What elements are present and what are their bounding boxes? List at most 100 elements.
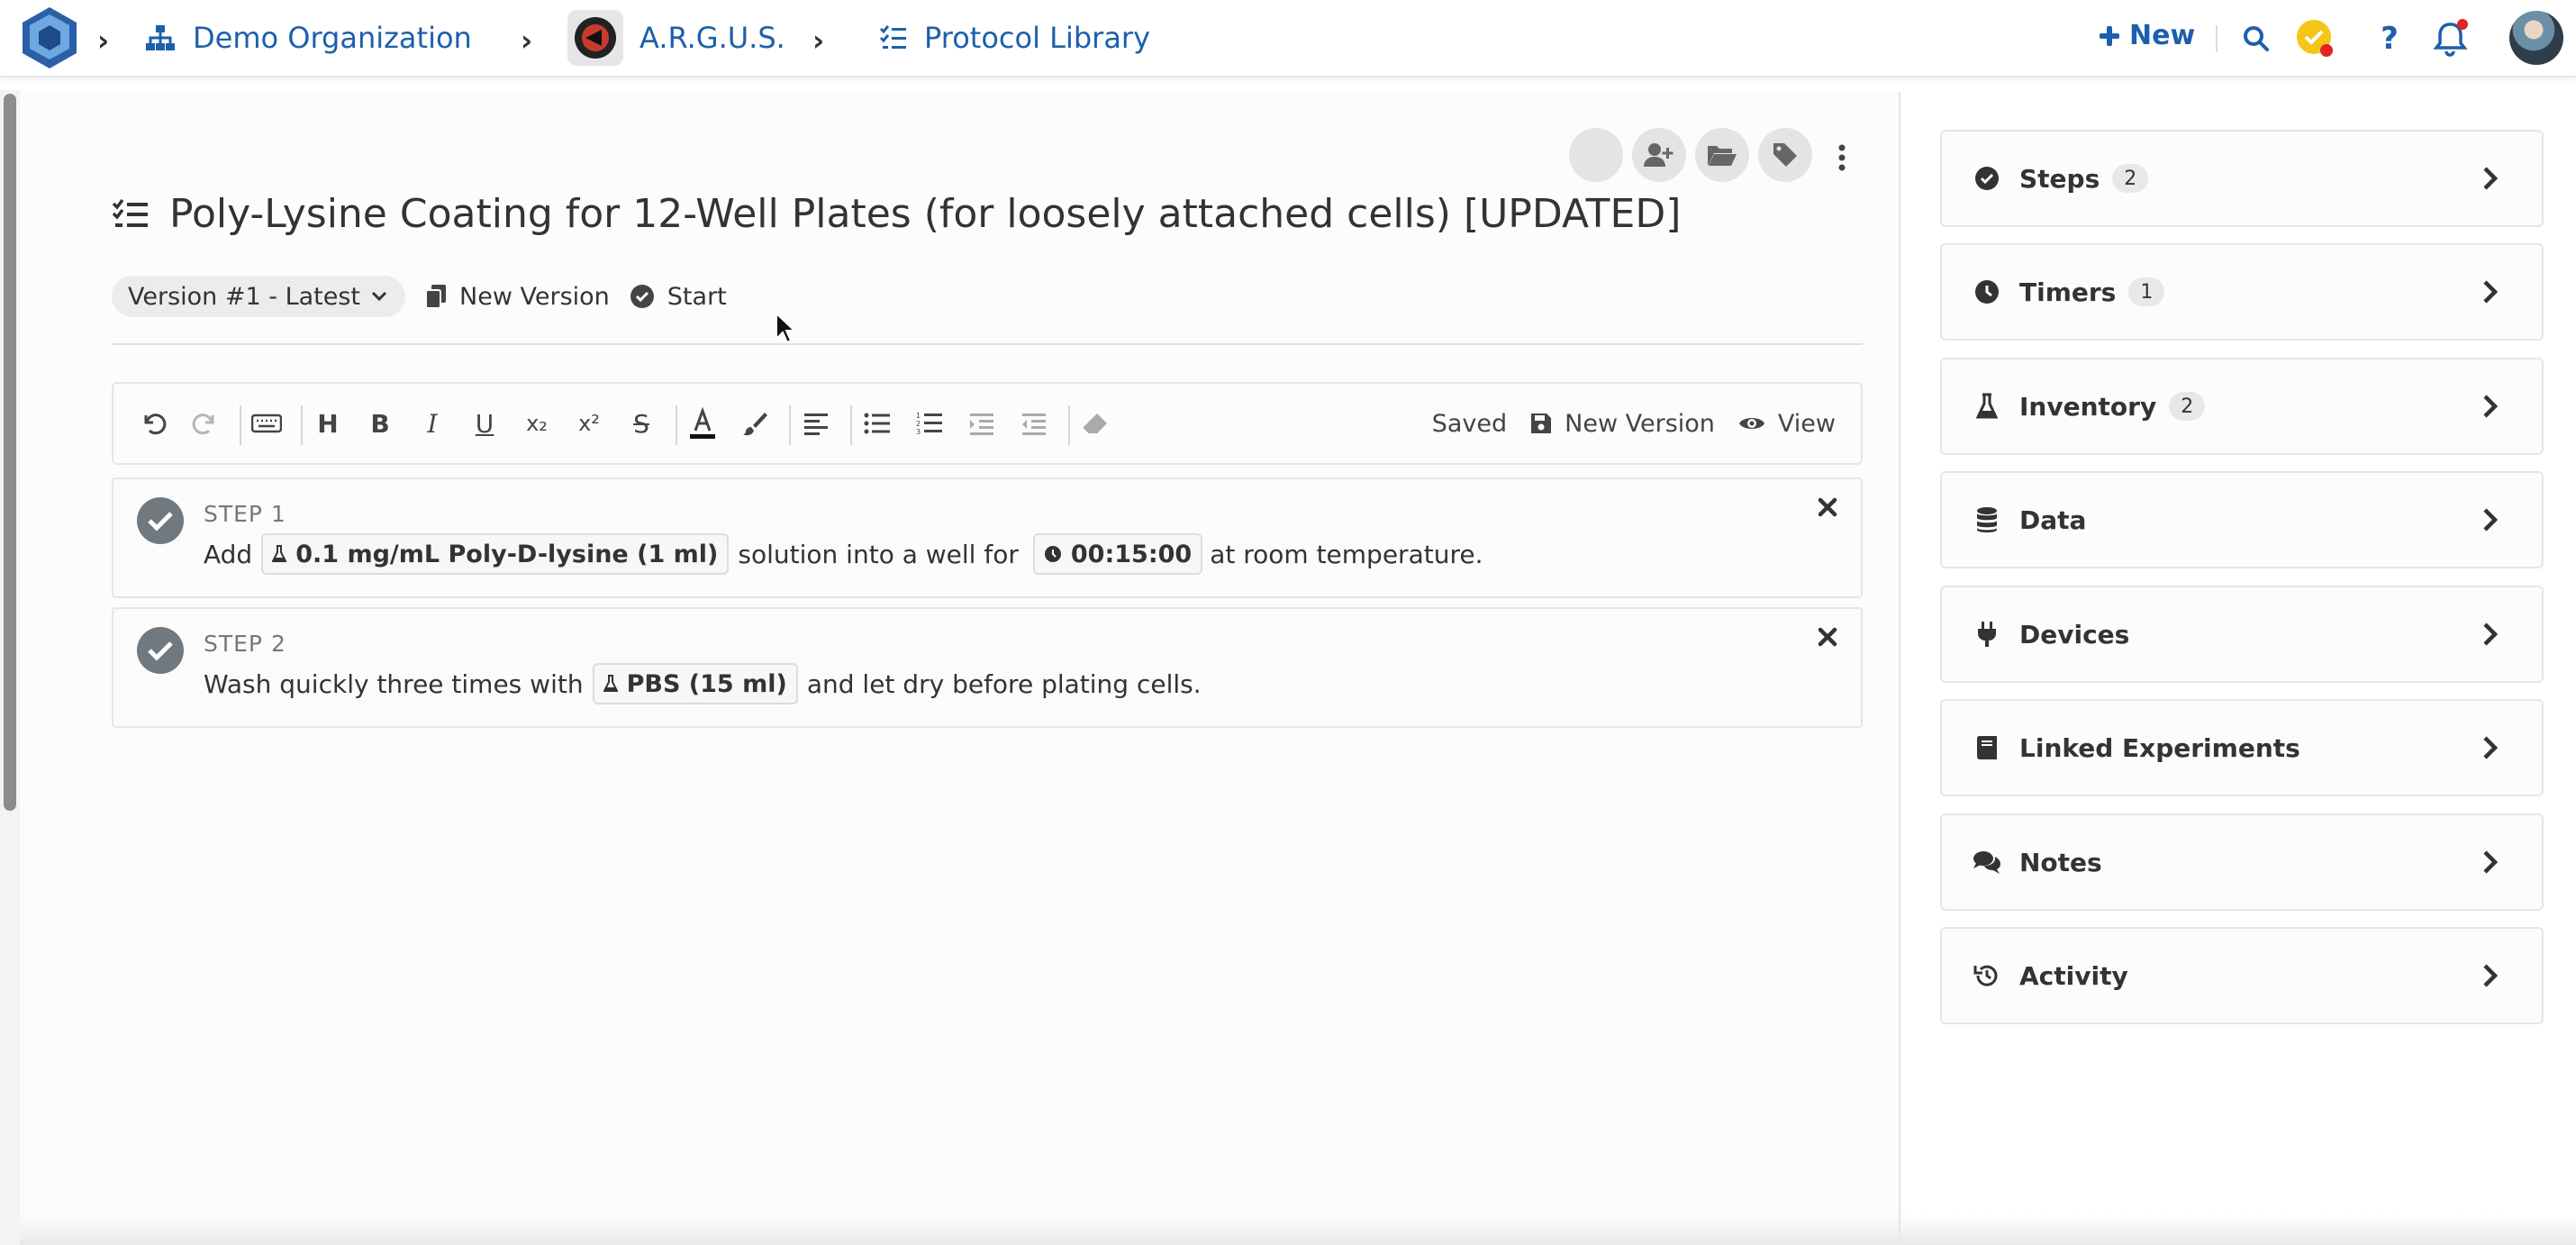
chevron-right-icon	[2479, 961, 2502, 990]
redo-icon[interactable]	[186, 404, 225, 443]
chevron-right-icon: ›	[812, 23, 825, 58]
heading-icon[interactable]: H	[308, 404, 348, 443]
editor-toolbar: H B I U x₂ x² S 123 Saved New Version Vi	[112, 382, 1863, 465]
sidebar-item-inventory[interactable]: Inventory 2	[1940, 358, 2544, 455]
keyboard-icon[interactable]	[247, 404, 286, 443]
strikethrough-icon[interactable]: S	[621, 404, 661, 443]
sidebar-item-steps[interactable]: Steps 2	[1940, 130, 2544, 227]
view-label: View	[1777, 409, 1836, 438]
underline-icon[interactable]: U	[465, 404, 504, 443]
sidebar-item-data[interactable]: Data	[1940, 471, 2544, 568]
timer-chip[interactable]: 00:15:00	[1032, 533, 1203, 575]
more-options-icon[interactable]	[1828, 137, 1855, 178]
tasks-status-icon[interactable]	[2295, 18, 2336, 59]
breadcrumb-project[interactable]: A.R.G.U.S.	[567, 10, 785, 66]
timer-chip-label: 00:15:00	[1070, 540, 1193, 568]
toolbar-right-actions: Saved New Version View	[1432, 404, 1836, 443]
eraser-icon[interactable]	[1075, 404, 1115, 443]
owner-avatar[interactable]	[1569, 128, 1623, 182]
remove-step-close-icon[interactable]	[1814, 494, 1841, 521]
notifications-bell-icon[interactable]	[2430, 18, 2472, 59]
flask-icon	[603, 675, 618, 692]
toolbar-new-version-button[interactable]: New Version	[1530, 410, 1715, 438]
step-complete-check-icon[interactable]	[137, 497, 184, 544]
sidebar-item-label: Activity	[2019, 961, 2128, 991]
breadcrumb-project-label: A.R.G.U.S.	[639, 21, 785, 55]
move-folder-button[interactable]	[1695, 128, 1749, 182]
reagent-chip[interactable]: 0.1 mg/mL Poly-D-lysine (1 ml)	[261, 533, 730, 575]
version-dropdown-label: Version #1 - Latest	[128, 282, 361, 311]
check-circle-icon	[630, 285, 654, 308]
breadcrumb-protocol-library-label: Protocol Library	[924, 21, 1151, 55]
breadcrumb-protocol-library[interactable]: Protocol Library	[879, 16, 1150, 59]
flask-icon	[272, 545, 287, 562]
toolbar-separator	[240, 405, 241, 445]
version-dropdown[interactable]: Version #1 - Latest	[112, 276, 406, 317]
toolbar-separator	[301, 405, 303, 445]
protocol-title[interactable]: Poly-Lysine Coating for 12-Well Plates (…	[169, 191, 1681, 237]
sidebar-item-linked-experiments[interactable]: Linked Experiments	[1940, 699, 2544, 796]
sidebar-item-notes[interactable]: Notes	[1940, 813, 2544, 911]
search-icon[interactable]	[2236, 18, 2277, 59]
sidebar-item-label-text: Notes	[2019, 847, 2102, 877]
chevron-down-icon	[371, 291, 387, 302]
new-version-button[interactable]: New Version	[425, 283, 610, 311]
sidebar-item-label: Steps 2	[2019, 164, 2149, 194]
indent-icon[interactable]	[962, 404, 1002, 443]
scrollbar-thumb[interactable]	[4, 94, 16, 811]
step-text[interactable]: Wash quickly three times with PBS (15 ml…	[204, 663, 1202, 704]
sidebar-item-activity[interactable]: Activity	[1940, 927, 2544, 1024]
save-icon	[1531, 413, 1552, 433]
sidebar-item-devices[interactable]: Devices	[1940, 586, 2544, 683]
step-text[interactable]: Add 0.1 mg/mL Poly-D-lysine (1 ml) solut…	[204, 533, 1483, 575]
help-icon[interactable]: ?	[2369, 18, 2410, 59]
nav-divider	[2216, 25, 2218, 52]
flask-icon	[1969, 388, 2005, 424]
protocol-header-actions	[1569, 128, 1812, 182]
remove-step-close-icon[interactable]	[1814, 623, 1841, 650]
breadcrumb-organization-label: Demo Organization	[193, 21, 472, 55]
undo-icon[interactable]	[133, 404, 173, 443]
step-card[interactable]: STEP 1 Add 0.1 mg/mL Poly-D-lysine (1 ml…	[112, 477, 1863, 598]
version-row: Version #1 - Latest New Version Start	[112, 276, 727, 317]
count-badge: 2	[2169, 392, 2206, 421]
outdent-icon[interactable]	[1014, 404, 1054, 443]
start-button[interactable]: Start	[630, 283, 727, 311]
numbered-list-icon[interactable]: 123	[910, 404, 949, 443]
chevron-right-icon: ›	[521, 23, 533, 58]
chevron-right-icon	[2479, 164, 2502, 193]
bold-icon[interactable]: B	[360, 404, 400, 443]
new-button[interactable]: New	[2099, 20, 2195, 51]
toolbar-separator	[676, 405, 677, 445]
text-color-icon[interactable]	[683, 404, 722, 443]
comments-icon	[1969, 844, 2005, 880]
step-text-segment: solution into a well for	[738, 539, 1019, 569]
superscript-icon[interactable]: x²	[569, 404, 609, 443]
step-label: STEP 2	[204, 631, 286, 657]
step-complete-check-icon[interactable]	[137, 627, 184, 674]
sidebar-item-label: Linked Experiments	[2019, 733, 2300, 763]
chevron-right-icon: ›	[97, 23, 110, 58]
user-plus-icon	[1644, 143, 1673, 167]
breadcrumb-organization[interactable]: Demo Organization	[144, 16, 472, 59]
highlight-brush-icon[interactable]	[735, 404, 775, 443]
svg-text:3: 3	[916, 428, 921, 436]
subscript-icon[interactable]: x₂	[517, 404, 557, 443]
share-user-button[interactable]	[1632, 128, 1686, 182]
view-button[interactable]: View	[1738, 410, 1836, 438]
app-logo-icon[interactable]	[20, 5, 79, 70]
sidebar-item-label: Notes	[2019, 848, 2102, 877]
tag-button[interactable]	[1758, 128, 1812, 182]
align-left-icon[interactable]	[796, 404, 836, 443]
step-card[interactable]: STEP 2 Wash quickly three times with PBS…	[112, 607, 1863, 728]
new-version-label: New Version	[459, 282, 610, 311]
reagent-chip[interactable]: PBS (15 ml)	[592, 663, 798, 704]
step-text-segment: and let dry before plating cells.	[806, 668, 1202, 699]
user-avatar[interactable]	[2509, 11, 2563, 65]
sidebar-item-label: Data	[2019, 505, 2086, 535]
clock-icon	[1044, 546, 1061, 562]
sidebar-item-timers[interactable]: Timers 1	[1940, 243, 2544, 341]
italic-icon[interactable]: I	[413, 404, 452, 443]
bullet-list-icon[interactable]	[857, 404, 897, 443]
sidebar-item-label-text: Data	[2019, 504, 2087, 535]
